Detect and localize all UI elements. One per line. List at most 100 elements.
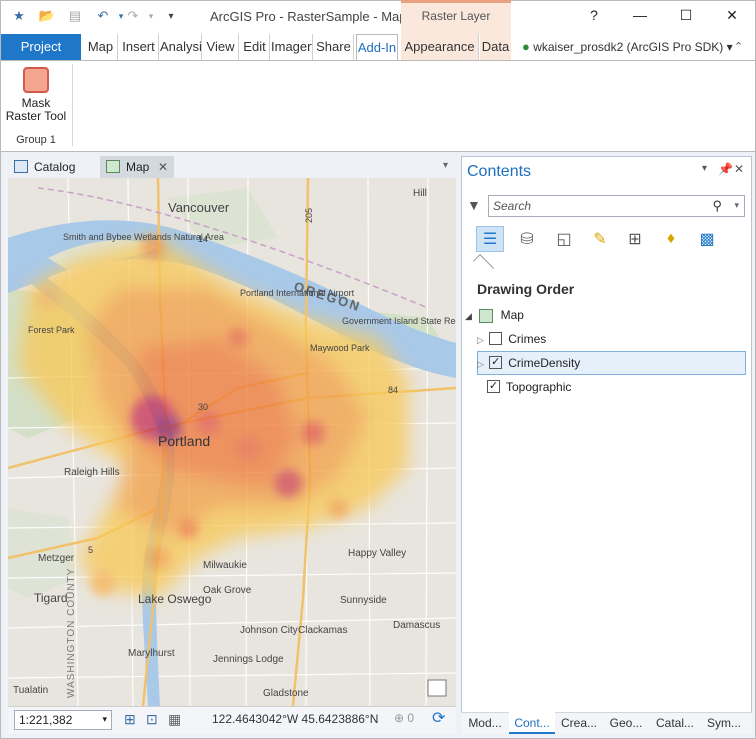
tab-analysis[interactable]: Analysis bbox=[160, 34, 202, 60]
catalog-tab-label: Catalog bbox=[34, 160, 76, 174]
refresh-icon[interactable]: ⟳ bbox=[432, 708, 445, 728]
label-gladstone: Gladstone bbox=[263, 688, 309, 699]
label-maywood-park: Maywood Park bbox=[310, 343, 370, 353]
tab-share[interactable]: Share bbox=[314, 34, 354, 60]
tab-add-in[interactable]: Add-In bbox=[356, 34, 398, 60]
pane-menu-icon[interactable]: ▾ bbox=[443, 160, 448, 171]
crimes-layer-label: Crimes bbox=[508, 332, 547, 346]
label-oak-grove: Oak Grove bbox=[203, 585, 252, 596]
user-icon: ● bbox=[522, 39, 530, 54]
catalog-icon bbox=[14, 160, 28, 173]
redo-dropdown-icon[interactable]: ▾ bbox=[142, 7, 160, 25]
tree-map-node[interactable]: ◢ Map bbox=[465, 304, 524, 326]
open-project-icon[interactable]: 📂 bbox=[38, 7, 56, 25]
tab-create[interactable]: Crea... bbox=[556, 712, 602, 734]
expand-crimes-icon[interactable]: ▷ bbox=[477, 335, 484, 345]
selection-count: ⊕ 0 bbox=[394, 711, 414, 725]
undo-icon[interactable]: ↶ bbox=[94, 7, 112, 25]
collapse-map-icon[interactable]: ◢ bbox=[465, 311, 472, 321]
pane-tab-map[interactable]: Map ✕ bbox=[100, 156, 174, 178]
user-account[interactable]: ● wkaiser_prosdk2 (ArcGIS Pro SDK) ▾ bbox=[522, 34, 733, 60]
label-happy-valley: Happy Valley bbox=[348, 548, 406, 559]
map-tab-label: Map bbox=[126, 160, 150, 174]
label-tigard: Tigard bbox=[34, 591, 68, 605]
group-divider bbox=[72, 64, 73, 146]
list-by-source-icon[interactable]: ⛁ bbox=[513, 226, 541, 252]
label-government-island: Government Island State Recreation Area bbox=[342, 316, 456, 326]
add-grid-icon[interactable]: ⊞ bbox=[124, 711, 136, 728]
tab-modify[interactable]: Mod... bbox=[462, 712, 508, 734]
close-button[interactable]: ✕ bbox=[720, 7, 744, 27]
tab-catalog-bottom[interactable]: Catal... bbox=[650, 712, 700, 734]
snapping-icon[interactable]: ⊡ bbox=[146, 711, 158, 728]
new-project-icon[interactable]: ★ bbox=[10, 7, 28, 25]
filter-icon[interactable]: ▼ bbox=[467, 197, 481, 213]
tab-insert[interactable]: Insert bbox=[119, 34, 159, 60]
tab-edit[interactable]: Edit bbox=[240, 34, 270, 60]
scale-value: 1:221,382 bbox=[19, 713, 73, 727]
contents-title: Contents bbox=[467, 163, 532, 180]
drawing-order-heading: Drawing Order bbox=[477, 281, 575, 297]
label-vancouver: Vancouver bbox=[168, 200, 230, 215]
tab-contents[interactable]: Cont... bbox=[509, 712, 555, 734]
scale-selector[interactable]: 1:221,382 ▾ bbox=[14, 710, 112, 730]
list-by-drawing-order-icon[interactable]: ☰ bbox=[476, 226, 504, 252]
close-map-tab-icon[interactable]: ✕ bbox=[158, 156, 168, 178]
scale-dropdown-icon: ▾ bbox=[102, 714, 107, 724]
contents-menu-icon[interactable]: ▾ bbox=[702, 163, 707, 174]
tab-symbology[interactable]: Sym... bbox=[701, 712, 747, 734]
minimize-button[interactable]: — bbox=[628, 7, 652, 27]
label-forest-park: Forest Park bbox=[28, 325, 75, 335]
crimes-visibility-checkbox[interactable] bbox=[489, 332, 503, 346]
map-overview-icon[interactable] bbox=[427, 679, 447, 697]
label-tualatin: Tualatin bbox=[13, 685, 48, 696]
label-i14: 14 bbox=[198, 234, 208, 244]
label-damascus: Damascus bbox=[393, 620, 440, 631]
tab-imagery[interactable]: Imagery bbox=[271, 34, 313, 60]
collapse-ribbon-icon[interactable]: ⌃ bbox=[734, 40, 743, 53]
mask-tool-label-2: Raster Tool bbox=[5, 109, 67, 123]
contents-search-input[interactable]: Search ⚲ ▾ bbox=[488, 195, 745, 217]
label-i5: 5 bbox=[88, 545, 93, 555]
label-i84: 84 bbox=[388, 385, 398, 395]
label-metzger: Metzger bbox=[38, 553, 75, 564]
pin-icon[interactable]: 📌 bbox=[718, 162, 733, 176]
topographic-visibility-checkbox[interactable]: ✓ bbox=[487, 380, 500, 394]
tab-data[interactable]: Data bbox=[480, 34, 511, 60]
tab-project[interactable]: Project bbox=[1, 34, 81, 60]
label-i30: 30 bbox=[198, 402, 208, 412]
label-washington-county: WASHINGTON COUNTY bbox=[66, 568, 77, 698]
label-lake-oswego: Lake Oswego bbox=[138, 592, 212, 606]
label-marylhurst: Marylhurst bbox=[128, 648, 175, 659]
list-by-selection-icon[interactable]: ◱ bbox=[550, 226, 578, 252]
list-by-labeling-icon[interactable]: ♦ bbox=[657, 226, 685, 252]
layer-crimes[interactable]: ▷ Crimes bbox=[477, 328, 546, 350]
tab-geoprocessing[interactable]: Geo... bbox=[603, 712, 649, 734]
close-contents-icon[interactable]: ✕ bbox=[734, 162, 744, 176]
mask-raster-tool-button[interactable]: Mask Raster Tool bbox=[4, 64, 68, 128]
list-by-snapping-icon[interactable]: ⊞ bbox=[621, 226, 649, 252]
save-icon[interactable]: ▤ bbox=[66, 7, 84, 25]
help-button[interactable]: ? bbox=[582, 7, 606, 27]
tab-view[interactable]: View bbox=[203, 34, 239, 60]
map-canvas[interactable]: Vancouver Portland OREGON Portland Inter… bbox=[8, 178, 456, 706]
list-by-editing-icon[interactable]: ✎ bbox=[586, 226, 614, 252]
layer-crimedensity[interactable]: ▷ ✓ CrimeDensity bbox=[477, 352, 580, 374]
tab-appearance[interactable]: Appearance bbox=[401, 34, 479, 60]
window-title: ArcGIS Pro - RasterSample - Map bbox=[210, 9, 407, 24]
context-group-header: Raster Layer bbox=[401, 0, 511, 34]
list-by-charts-icon[interactable]: ▩ bbox=[693, 226, 721, 252]
pane-tab-catalog[interactable]: Catalog bbox=[8, 156, 98, 178]
grid-icon[interactable]: ▦ bbox=[168, 711, 181, 728]
redo-icon[interactable]: ↷ bbox=[124, 7, 142, 25]
tab-map[interactable]: Map bbox=[84, 34, 118, 60]
map-view[interactable]: Vancouver Portland OREGON Portland Inter… bbox=[8, 178, 456, 706]
label-jennings-lodge: Jennings Lodge bbox=[213, 654, 284, 665]
customize-toolbar-icon[interactable]: ▾ bbox=[162, 7, 180, 25]
layer-topographic[interactable]: ✓ Topographic bbox=[487, 376, 571, 398]
mask-raster-icon bbox=[23, 67, 49, 93]
maximize-button[interactable]: ☐ bbox=[674, 7, 698, 27]
expand-crimedensity-icon[interactable]: ▷ bbox=[477, 359, 484, 369]
label-johnson-city: Johnson City bbox=[240, 625, 298, 636]
crimedensity-visibility-checkbox[interactable]: ✓ bbox=[489, 356, 503, 370]
